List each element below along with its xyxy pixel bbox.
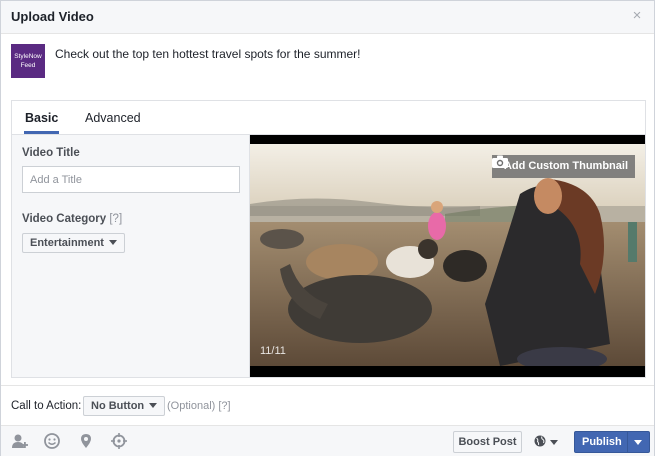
call-to-action-select[interactable]: No Button [83,396,166,416]
video-category-help[interactable]: [?] [109,213,122,225]
chevron-down-icon [108,240,117,245]
dialog-title: Upload Video [11,9,94,24]
publish-button[interactable]: Publish [574,431,650,453]
add-custom-thumbnail-button[interactable]: Add Custom Thumbnail [491,155,635,178]
publish-label: Publish [582,436,622,448]
feeling-icon[interactable] [44,433,60,449]
page-avatar: StyleNow Feed [11,44,45,78]
chevron-down-icon [550,440,558,445]
call-to-action-optional: (Optional) [?] [167,400,231,412]
audience-selector[interactable] [534,434,562,450]
upload-video-dialog: Upload Video × StyleNow Feed Check out t… [0,0,655,456]
video-preview: Add Custom Thumbnail 11/11 [250,135,645,377]
call-to-action-help[interactable]: [?] [218,400,230,412]
frame-counter: 11/11 [260,345,286,357]
boost-post-button[interactable]: Boost Post [453,431,522,453]
tab-bar: Basic Advanced [12,101,645,135]
chevron-down-icon [149,403,158,408]
publish-options-button[interactable] [627,432,649,452]
location-icon[interactable] [78,433,94,449]
add-custom-thumbnail-label: Add Custom Thumbnail [503,160,628,172]
basic-settings: Video Title Video Category [?] Entertain… [12,135,250,377]
target-icon[interactable] [111,433,127,449]
video-title-label: Video Title [22,147,80,159]
close-button[interactable]: × [630,8,644,24]
page-avatar-text-1: StyleNow [14,53,42,60]
tag-people-icon[interactable] [11,433,28,449]
optional-text: (Optional) [167,400,216,412]
video-category-label-text: Video Category [22,213,107,225]
video-category-select[interactable]: Entertainment [22,233,125,253]
tab-advanced[interactable]: Advanced [85,111,141,125]
chevron-down-icon [634,440,642,445]
call-to-action-label: Call to Action: [11,400,82,412]
video-settings-panel: Basic Advanced Video Title Video Categor… [11,100,646,378]
video-thumbnail: Add Custom Thumbnail 11/11 [250,144,645,366]
video-title-input[interactable] [22,166,240,193]
dialog-footer: Boost Post Publish [1,425,654,456]
globe-icon [534,435,546,447]
video-category-label: Video Category [?] [22,213,122,225]
video-category-value: Entertainment [30,237,104,249]
dialog-header: Upload Video × [1,1,654,34]
call-to-action-row: Call to Action: No Button (Optional) [?] [1,385,654,425]
call-to-action-value: No Button [91,400,145,412]
tab-basic[interactable]: Basic [23,111,60,134]
composer: StyleNow Feed Check out the top ten hott… [11,44,646,84]
page-avatar-text-2: Feed [20,62,36,69]
status-text[interactable]: Check out the top ten hottest travel spo… [55,47,360,61]
